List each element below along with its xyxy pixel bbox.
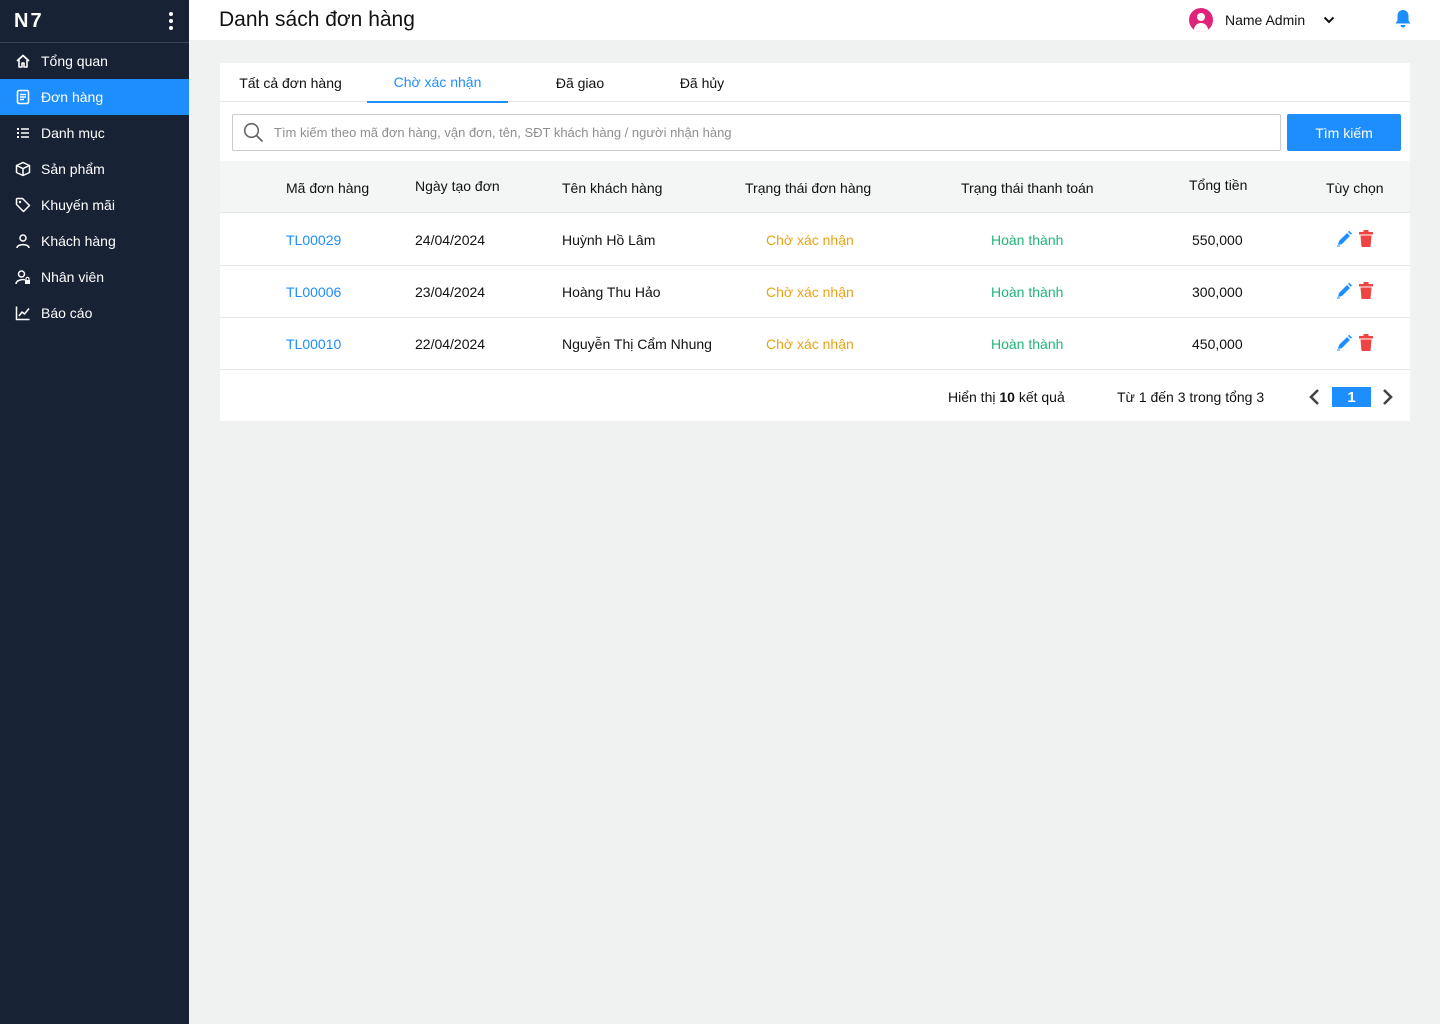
home-icon bbox=[15, 53, 31, 69]
sidebar-item-label: Báo cáo bbox=[41, 305, 93, 321]
order-total: 300,000 bbox=[1192, 284, 1243, 300]
delete-trash-icon[interactable] bbox=[1358, 334, 1374, 351]
bell-icon[interactable] bbox=[1394, 9, 1412, 29]
customer-name: Nguyễn Thị Cẩm Nhung bbox=[562, 336, 712, 352]
sidebar-item-products[interactable]: Sản phẩm bbox=[0, 151, 189, 187]
tag-icon bbox=[15, 197, 31, 213]
page-size-prefix: Hiển thị bbox=[948, 389, 996, 405]
order-date: 24/04/2024 bbox=[415, 232, 486, 248]
user-icon bbox=[15, 233, 31, 249]
column-header: Tên khách hàng bbox=[562, 180, 663, 196]
order-status: Chờ xác nhận bbox=[766, 232, 854, 248]
tab-pending-confirmation[interactable]: Chờ xác nhận bbox=[367, 63, 508, 103]
order-status: Chờ xác nhận bbox=[766, 284, 854, 300]
order-total: 550,000 bbox=[1192, 232, 1243, 248]
user-lock-icon bbox=[15, 269, 31, 285]
edit-pencil-icon[interactable] bbox=[1336, 282, 1352, 299]
order-code-link[interactable]: TL00006 bbox=[286, 284, 341, 300]
user-menu[interactable]: Name Admin bbox=[1189, 8, 1335, 32]
sidebar-item-label: Nhân viên bbox=[41, 269, 105, 285]
page-title: Danh sách đơn hàng bbox=[219, 8, 415, 31]
sidebar-item-label: Sản phẩm bbox=[41, 161, 105, 177]
search-icon bbox=[243, 122, 264, 143]
search-input[interactable] bbox=[274, 125, 1254, 140]
sidebar-nav: Tổng quan Đơn hàng Danh mục Sản phẩm Khu… bbox=[0, 43, 189, 331]
sidebar-item-customers[interactable]: Khách hàng bbox=[0, 223, 189, 259]
sidebar-item-reports[interactable]: Báo cáo bbox=[0, 295, 189, 331]
tab-cancelled[interactable]: Đã hủy bbox=[632, 63, 772, 102]
payment-status: Hoàn thành bbox=[991, 284, 1064, 300]
order-date: 23/04/2024 bbox=[415, 284, 486, 300]
chevron-right-icon[interactable] bbox=[1381, 388, 1395, 406]
result-range-text: Từ 1 đến 3 trong tổng 3 bbox=[1117, 389, 1265, 405]
table-header: Mã đơn hàng Ngày tạo đơn Tên khách hàng … bbox=[220, 161, 1410, 213]
chevron-down-icon[interactable] bbox=[1323, 14, 1335, 26]
list-icon bbox=[15, 125, 31, 141]
chevron-left-icon[interactable] bbox=[1307, 388, 1321, 406]
order-code-link[interactable]: TL00010 bbox=[286, 336, 341, 352]
edit-pencil-icon[interactable] bbox=[1336, 334, 1352, 351]
brand-logo[interactable]: N7 bbox=[14, 10, 44, 33]
order-date: 22/04/2024 bbox=[415, 336, 486, 352]
order-total: 450,000 bbox=[1192, 336, 1243, 352]
order-status: Chờ xác nhận bbox=[766, 336, 854, 352]
column-header: Mã đơn hàng bbox=[286, 180, 370, 196]
table-row: TL00006 23/04/2024 Hoàng Thu Hảo Chờ xác… bbox=[220, 266, 1410, 318]
sidebar-item-label: Khách hàng bbox=[41, 233, 116, 249]
top-header: Danh sách đơn hàng Name Admin bbox=[189, 0, 1440, 40]
tab-all-orders[interactable]: Tất cả đơn hàng bbox=[220, 63, 361, 102]
sidebar-header: N7 bbox=[0, 0, 189, 43]
payment-status: Hoàn thành bbox=[991, 336, 1064, 352]
search-box bbox=[232, 114, 1281, 151]
avatar bbox=[1189, 8, 1213, 32]
sidebar-item-staff[interactable]: Nhân viên bbox=[0, 259, 189, 295]
sidebar-item-categories[interactable]: Danh mục bbox=[0, 115, 189, 151]
sidebar-item-promotions[interactable]: Khuyến mãi bbox=[0, 187, 189, 223]
page-size-value[interactable]: 10 bbox=[999, 389, 1015, 405]
search-button[interactable]: Tìm kiếm bbox=[1287, 114, 1401, 151]
payment-status: Hoàn thành bbox=[991, 232, 1064, 248]
search-bar: Tìm kiếm bbox=[232, 114, 1401, 151]
delete-trash-icon[interactable] bbox=[1358, 282, 1374, 299]
table-row: TL00010 22/04/2024 Nguyễn Thị Cẩm Nhung … bbox=[220, 318, 1410, 370]
column-header: Tổng tiền bbox=[1189, 177, 1248, 193]
column-header: Trạng thái thanh toán bbox=[961, 180, 1094, 196]
line-chart-icon bbox=[15, 305, 31, 321]
sidebar-item-label: Danh mục bbox=[41, 125, 105, 141]
tab-delivered[interactable]: Đã giao bbox=[510, 63, 650, 102]
pagination: Hiển thị 10 kết quả Từ 1 đến 3 trong tổn… bbox=[220, 370, 1410, 421]
page-size-text: Hiển thị 10 kết quả bbox=[948, 389, 1065, 405]
column-header: Trạng thái đơn hàng bbox=[745, 180, 872, 196]
orders-card: Tất cả đơn hàng Chờ xác nhận Đã giao Đã … bbox=[220, 63, 1410, 421]
sidebar: N7 Tổng quan Đơn hàng Danh mục Sản phẩm … bbox=[0, 0, 189, 1024]
sidebar-item-label: Tổng quan bbox=[41, 53, 108, 69]
order-tabs: Tất cả đơn hàng Chờ xác nhận Đã giao Đã … bbox=[220, 63, 1410, 103]
delete-trash-icon[interactable] bbox=[1358, 230, 1374, 247]
sidebar-item-orders[interactable]: Đơn hàng bbox=[0, 79, 189, 115]
page-size-suffix: kết quả bbox=[1018, 389, 1065, 405]
sidebar-item-label: Đơn hàng bbox=[41, 89, 104, 105]
column-header: Ngày tạo đơn bbox=[415, 178, 500, 194]
user-name: Name Admin bbox=[1225, 12, 1306, 28]
order-code-link[interactable]: TL00029 bbox=[286, 232, 341, 248]
customer-name: Hoàng Thu Hảo bbox=[562, 284, 661, 300]
box-icon bbox=[15, 161, 31, 177]
table-row: TL00029 24/04/2024 Huỳnh Hồ Lâm Chờ xác … bbox=[220, 214, 1410, 266]
sidebar-item-label: Khuyến mãi bbox=[41, 197, 115, 213]
document-icon bbox=[15, 89, 31, 105]
more-options-icon[interactable] bbox=[163, 11, 179, 31]
current-page-button[interactable]: 1 bbox=[1332, 387, 1371, 407]
edit-pencil-icon[interactable] bbox=[1336, 230, 1352, 247]
sidebar-item-overview[interactable]: Tổng quan bbox=[0, 43, 189, 79]
customer-name: Huỳnh Hồ Lâm bbox=[562, 232, 656, 248]
column-header: Tùy chọn bbox=[1326, 180, 1384, 196]
